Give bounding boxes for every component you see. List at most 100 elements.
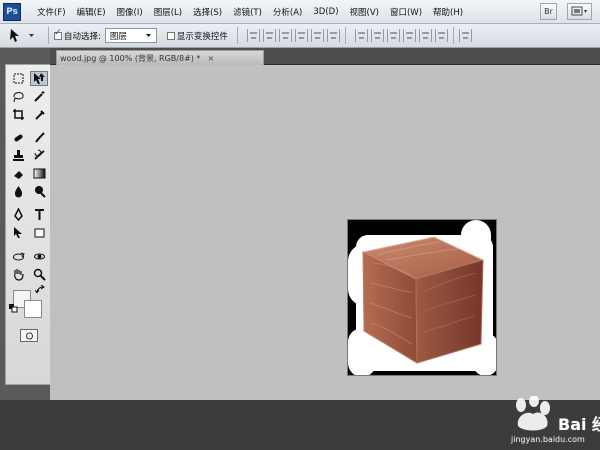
- tools-column: [5, 64, 51, 385]
- align-right-icon[interactable]: [326, 29, 340, 42]
- show-transform-controls-label: 显示变换控件: [176, 31, 228, 42]
- clone-stamp-tool[interactable]: [9, 148, 27, 163]
- tools-panel: [0, 48, 51, 400]
- 3d-orbit-icon: [33, 253, 45, 260]
- canvas-workspace[interactable]: Bai 经验 jingyan.baidu.com: [50, 65, 600, 444]
- crop-tool[interactable]: [9, 107, 27, 122]
- menu-filter[interactable]: 滤镜(T): [233, 6, 262, 18]
- menu-edit[interactable]: 编辑(E): [77, 6, 106, 18]
- show-transform-controls-checkbox[interactable]: [166, 31, 175, 40]
- chevron-down-icon: [29, 34, 34, 37]
- dropdown-arrow-icon: [145, 34, 151, 37]
- crop-icon: [12, 109, 24, 120]
- pen-icon: [13, 208, 23, 221]
- brush-tool[interactable]: [30, 130, 48, 145]
- baidu-watermark: Bai 经验 jingyan.baidu.com: [506, 396, 600, 450]
- bridge-button[interactable]: Br: [540, 3, 557, 20]
- menu-3d[interactable]: 3D(D): [313, 7, 338, 17]
- move-tool-icon: [10, 29, 19, 42]
- marquee-icon: [13, 73, 23, 84]
- align-bottom-icon[interactable]: [278, 29, 292, 42]
- menu-layer[interactable]: 图层(L): [154, 6, 182, 18]
- menu-select[interactable]: 选择(S): [193, 6, 222, 18]
- zoom-tool[interactable]: [30, 267, 48, 282]
- close-tab-button[interactable]: ×: [207, 54, 214, 63]
- path-selection-icon: [13, 227, 22, 238]
- auto-select-dropdown[interactable]: 图层: [104, 28, 157, 43]
- distribute-right-icon[interactable]: [434, 29, 448, 42]
- brush-icon: [34, 132, 45, 143]
- path-selection-tool[interactable]: [9, 225, 27, 240]
- align-top-icon[interactable]: [246, 29, 260, 42]
- menu-help[interactable]: 帮助(H): [433, 6, 463, 18]
- shape-icon: [34, 228, 44, 238]
- menu-analysis[interactable]: 分析(A): [273, 6, 302, 18]
- magic-wand-icon: [33, 91, 44, 102]
- hand-icon: [13, 269, 24, 281]
- auto-align-layers-icon[interactable]: [458, 29, 472, 42]
- dodge-icon: [34, 186, 46, 198]
- distribute-top-icon[interactable]: [354, 29, 368, 42]
- distribute-center-icon[interactable]: [370, 29, 384, 42]
- hand-tool[interactable]: [9, 267, 27, 282]
- blur-icon: [14, 186, 22, 198]
- menu-bar: Ps 文件(F) 编辑(E) 图像(I) 图层(L) 选择(S) 滤镜(T) 分…: [0, 0, 600, 24]
- menu-image[interactable]: 图像(I): [117, 6, 143, 18]
- distribute-controls: [354, 29, 448, 42]
- zoom-icon: [33, 268, 46, 281]
- eraser-tool[interactable]: [9, 166, 27, 181]
- default-colors-icon[interactable]: [9, 304, 18, 313]
- baidu-watermark-url: jingyan.baidu.com: [511, 435, 585, 444]
- pen-tool[interactable]: [9, 207, 27, 222]
- shape-tool[interactable]: [30, 225, 48, 240]
- magic-wand-tool[interactable]: [30, 89, 48, 104]
- options-separator: [344, 27, 346, 44]
- dodge-tool[interactable]: [30, 184, 48, 199]
- menu-window[interactable]: 窗口(W): [390, 6, 422, 18]
- history-brush-tool[interactable]: [30, 148, 48, 163]
- auto-select-label: 自动选择:: [64, 31, 101, 42]
- eyedropper-icon: [34, 110, 45, 120]
- menu-file[interactable]: 文件(F): [37, 6, 66, 18]
- document-tab[interactable]: wood.jpg @ 100% (背景, RGB/8#) * ×: [56, 50, 264, 65]
- gradient-icon: [33, 168, 45, 179]
- menu-view[interactable]: 视图(V): [350, 6, 379, 18]
- type-tool[interactable]: [30, 207, 48, 222]
- eraser-icon: [13, 171, 23, 179]
- photoshop-logo: Ps: [3, 2, 21, 21]
- background-color-swatch[interactable]: [24, 300, 42, 318]
- options-separator: [452, 27, 454, 44]
- gradient-tool[interactable]: [30, 166, 48, 181]
- auto-select-value: 图层: [109, 31, 127, 42]
- 3d-orbit-tool[interactable]: [30, 249, 48, 264]
- align-left-icon[interactable]: [294, 29, 308, 42]
- options-bar: 自动选择: 图层 显示变换控件: [0, 24, 600, 48]
- align-vertical-center-icon[interactable]: [262, 29, 276, 42]
- baidu-paw-icon: [516, 396, 550, 431]
- marquee-tool[interactable]: [9, 71, 27, 86]
- history-brush-icon: [33, 149, 45, 160]
- spot-healing-tool[interactable]: [9, 130, 27, 145]
- swap-colors-icon[interactable]: [35, 285, 45, 295]
- type-icon: [34, 209, 44, 220]
- lasso-icon: [12, 92, 24, 103]
- quick-mask-button[interactable]: [20, 329, 38, 342]
- screen-mode-button[interactable]: [567, 3, 592, 20]
- image-canvas[interactable]: [347, 219, 497, 376]
- clone-stamp-icon: [12, 150, 24, 161]
- tool-preset-picker[interactable]: [9, 27, 43, 45]
- auto-select-checkbox[interactable]: [54, 28, 62, 40]
- lasso-tool[interactable]: [9, 89, 27, 104]
- quick-mask-icon: [26, 332, 33, 340]
- distribute-middle-icon[interactable]: [418, 29, 432, 42]
- eyedropper-tool[interactable]: [30, 107, 48, 122]
- move-tool[interactable]: [30, 71, 48, 86]
- spot-healing-icon: [13, 134, 23, 142]
- distribute-left-icon[interactable]: [402, 29, 416, 42]
- blur-tool[interactable]: [9, 184, 27, 199]
- distribute-bottom-icon[interactable]: [386, 29, 400, 42]
- align-horizontal-center-icon[interactable]: [310, 29, 324, 42]
- wood-cube-image: [361, 236, 485, 364]
- move-icon: [33, 73, 45, 84]
- 3d-rotate-tool[interactable]: [9, 249, 27, 264]
